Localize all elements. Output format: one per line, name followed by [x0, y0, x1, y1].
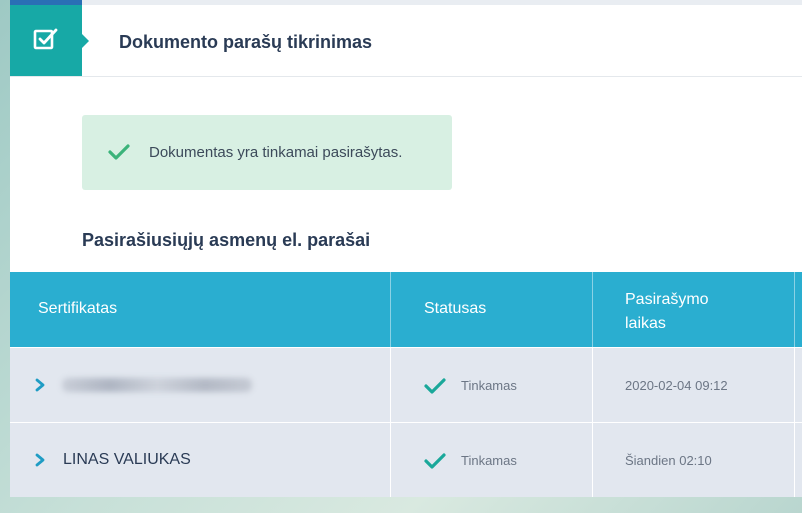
column-header-label: Pasirašymo laikas — [625, 291, 709, 332]
certificate-cell — [10, 348, 391, 423]
status-text: Tinkamas — [461, 378, 517, 393]
valid-check-icon — [424, 453, 446, 469]
signing-time: 2020-02-04 09:12 — [625, 378, 728, 393]
column-header-label: Statusas — [424, 300, 487, 317]
column-header-label: Sertifikatas — [38, 300, 118, 317]
redacted-signer-name — [62, 378, 252, 392]
header-icon-box — [10, 5, 89, 76]
table-row[interactable]: Tinkamas 2020-02-04 09:12 — [10, 347, 802, 423]
certificate-cell: LINAS VALIUKAS — [10, 423, 391, 497]
chevron-right-icon[interactable] — [34, 453, 46, 467]
table-row[interactable]: LINAS VALIUKAS Tinkamas Šiandien 02:10 — [10, 422, 802, 497]
column-header-status[interactable]: Statusas — [391, 272, 593, 347]
status-text: Tinkamas — [461, 453, 517, 468]
valid-check-icon — [424, 378, 446, 394]
signer-name: LINAS VALIUKAS — [63, 451, 191, 468]
alert-text: Dokumentas yra tinkamai pasirašytas. — [149, 144, 403, 161]
checkbox-icon — [33, 28, 58, 50]
signing-time: Šiandien 02:10 — [625, 453, 712, 468]
table-header: Sertifikatas Statusas Pasirašymo laikas — [10, 272, 802, 347]
status-cell: Tinkamas — [391, 423, 593, 497]
page-title: Dokumento parašų tikrinimas — [119, 32, 373, 52]
column-header-signing-time[interactable]: Pasirašymo laikas — [593, 272, 795, 347]
check-icon — [108, 144, 130, 160]
column-header-certificate[interactable]: Sertifikatas — [10, 272, 391, 347]
chevron-right-icon[interactable] — [34, 378, 46, 392]
signing-time-cell: Šiandien 02:10 — [593, 423, 795, 497]
page-header: Dokumento parašų tikrinimas — [10, 5, 802, 77]
signatures-title: Pasirašiusiųjų asmenų el. parašai — [82, 230, 371, 250]
status-cell: Tinkamas — [391, 348, 593, 423]
success-alert: Dokumentas yra tinkamai pasirašytas. — [82, 115, 452, 190]
signing-time-cell: 2020-02-04 09:12 — [593, 348, 795, 423]
header-notch — [82, 34, 89, 48]
signature-check-card: Dokumento parašų tikrinimas Dokumentas y… — [10, 0, 802, 497]
